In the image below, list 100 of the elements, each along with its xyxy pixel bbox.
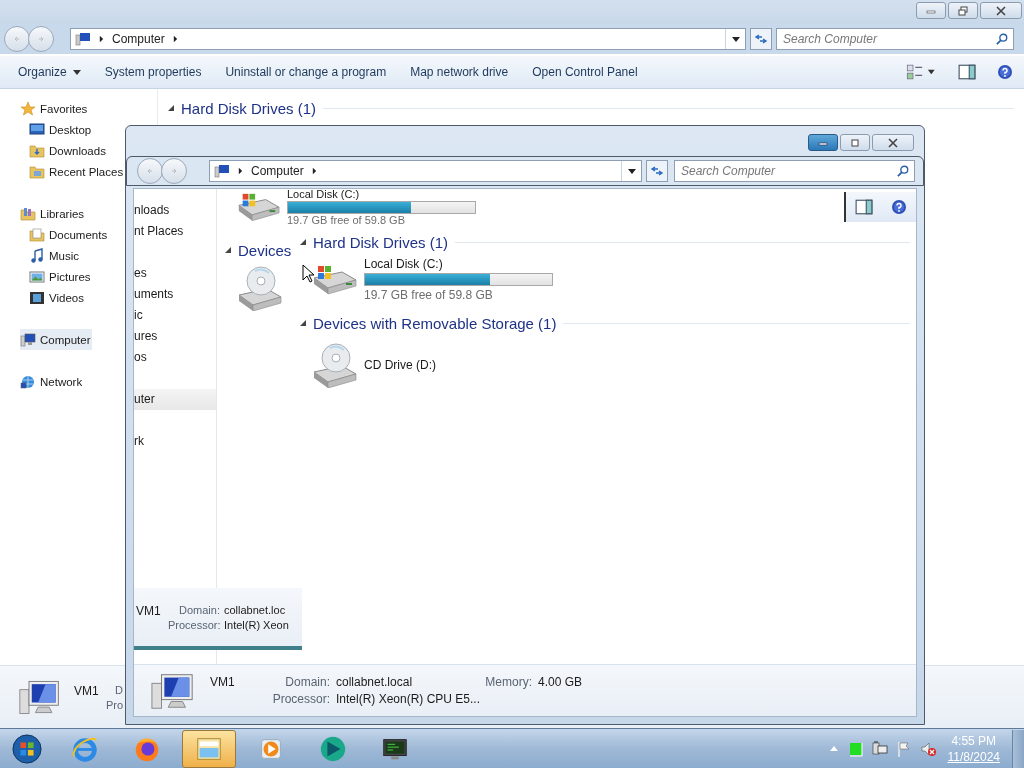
close-button[interactable] (872, 134, 914, 151)
nav-item[interactable]: Videos (29, 287, 85, 308)
library-icon (20, 205, 36, 222)
documents-icon (29, 226, 45, 243)
property-label: Domain: (284, 675, 330, 689)
breadcrumb-item[interactable]: Computer (112, 32, 165, 46)
close-icon (995, 5, 1007, 16)
chevron-icon (99, 35, 104, 43)
flag-icon[interactable] (895, 740, 912, 757)
nav-item[interactable]: Pictures (29, 266, 92, 287)
nav-item[interactable]: rk (134, 431, 216, 452)
free-space-text: 19.7 GB free of 59.8 GB (364, 288, 494, 302)
property-label: Pro (104, 698, 123, 711)
pictures-icon (29, 268, 45, 285)
toolbar-button[interactable]: Open Control Panel (520, 61, 650, 83)
nav-item[interactable]: Computer (20, 329, 92, 350)
drive-name[interactable]: Local Disk (C:) (287, 189, 476, 200)
refresh-button[interactable] (646, 160, 668, 182)
nav-item[interactable]: Documents (29, 224, 109, 245)
search-icon (897, 165, 909, 177)
minimize-button[interactable] (916, 2, 946, 19)
property-label: Domain: (178, 603, 220, 616)
computer-name: VM1 (210, 675, 236, 689)
close-icon (887, 137, 899, 148)
forward-arrow-icon (36, 34, 46, 44)
breadcrumb-item[interactable]: Computer (251, 164, 304, 178)
nav-item[interactable]: uter (134, 389, 216, 410)
desktop-icon (29, 121, 45, 138)
folder-icon (29, 142, 45, 159)
group-heading[interactable]: Hard Disk Drives (1) (313, 233, 448, 251)
nav-item[interactable]: Music (29, 245, 81, 266)
forward-arrow-icon (169, 166, 179, 176)
drive-name[interactable]: CD Drive (D:) (364, 358, 436, 372)
restore-button[interactable] (948, 2, 978, 19)
caret-icon (72, 69, 81, 75)
property-value: collabnet.local (336, 675, 414, 689)
nav-item[interactable]: nt Places (134, 221, 216, 242)
maximize-button[interactable] (840, 134, 870, 151)
speaker-muted-icon[interactable] (919, 740, 936, 757)
maximize-icon (849, 137, 861, 148)
property-label: D (114, 683, 123, 696)
cursor-icon (302, 264, 314, 283)
nav-item[interactable]: Desktop (29, 119, 93, 140)
help-icon[interactable] (889, 199, 908, 215)
property-value: 4.00 GB (538, 675, 583, 689)
property-value: collabnet.loc (224, 603, 287, 616)
computer-icon (75, 31, 91, 47)
property-label: Processor: (168, 618, 220, 631)
nav-item[interactable]: Favorites (20, 98, 89, 119)
nav-item[interactable]: Network (20, 371, 84, 392)
nav-item[interactable]: uments (134, 284, 216, 305)
chevron-icon (238, 167, 243, 175)
property-value: Intel(R) Xeon (224, 618, 289, 631)
toolbar-button[interactable]: System properties (92, 61, 214, 83)
nav-item[interactable]: Downloads (29, 140, 107, 161)
search-field[interactable]: Search Computer (674, 160, 915, 182)
property-label: Memory: (484, 675, 532, 689)
computer-icon (20, 331, 36, 348)
nav-item[interactable]: Recent Places (29, 161, 125, 182)
chevron-icon (311, 167, 317, 175)
chevron-icon (172, 35, 178, 43)
minimize-button[interactable] (808, 134, 838, 151)
taskbar-button[interactable] (182, 729, 236, 768)
group-heading[interactable]: Devices with Removable Storage (1) (313, 314, 557, 332)
computer-name: VM1 (74, 683, 98, 698)
search-field[interactable]: Search Computer (776, 28, 1014, 50)
help-icon (996, 64, 1014, 80)
caret-icon (627, 168, 636, 174)
group-heading[interactable]: Devices (238, 241, 292, 259)
show-desktop-button[interactable] (1012, 729, 1024, 768)
caret-icon (829, 746, 838, 751)
windows-logo-icon (12, 733, 42, 764)
nav-item[interactable]: os (134, 347, 216, 368)
back-arrow-icon (12, 34, 22, 44)
restore-icon (957, 5, 969, 16)
close-button[interactable] (980, 2, 1022, 19)
nav-item[interactable]: es (134, 263, 216, 284)
network-icon (20, 373, 36, 390)
group-heading[interactable]: Hard Disk Drives (1) (181, 99, 316, 117)
triangle-icon (168, 105, 174, 111)
preview-pane-icon (958, 64, 976, 80)
back-arrow-icon (145, 166, 155, 176)
triangle-icon (300, 239, 306, 245)
nav-item[interactable]: ic (134, 305, 216, 326)
toolbar-button[interactable]: Uninstall or change a program (213, 61, 399, 83)
toolbar-button[interactable]: Map network drive (398, 61, 521, 83)
nav-item[interactable]: nloads (134, 200, 216, 221)
computer-name: VM1 (136, 603, 162, 618)
search-icon (996, 33, 1008, 45)
nav-item[interactable]: ures (134, 326, 216, 347)
free-space-text: 19.7 GB free of 59.8 GB (287, 215, 406, 226)
network-icon[interactable] (871, 740, 888, 757)
star-icon (20, 100, 36, 117)
refresh-button[interactable] (750, 28, 772, 50)
address-bar[interactable]: Computer (70, 28, 746, 50)
nav-item[interactable]: Libraries (20, 203, 86, 224)
toolbar-button[interactable]: Organize (6, 61, 93, 83)
drive-name[interactable]: Local Disk (C:) (364, 257, 553, 271)
address-bar[interactable]: Computer (209, 160, 642, 182)
preview-pane-icon[interactable] (854, 199, 873, 215)
